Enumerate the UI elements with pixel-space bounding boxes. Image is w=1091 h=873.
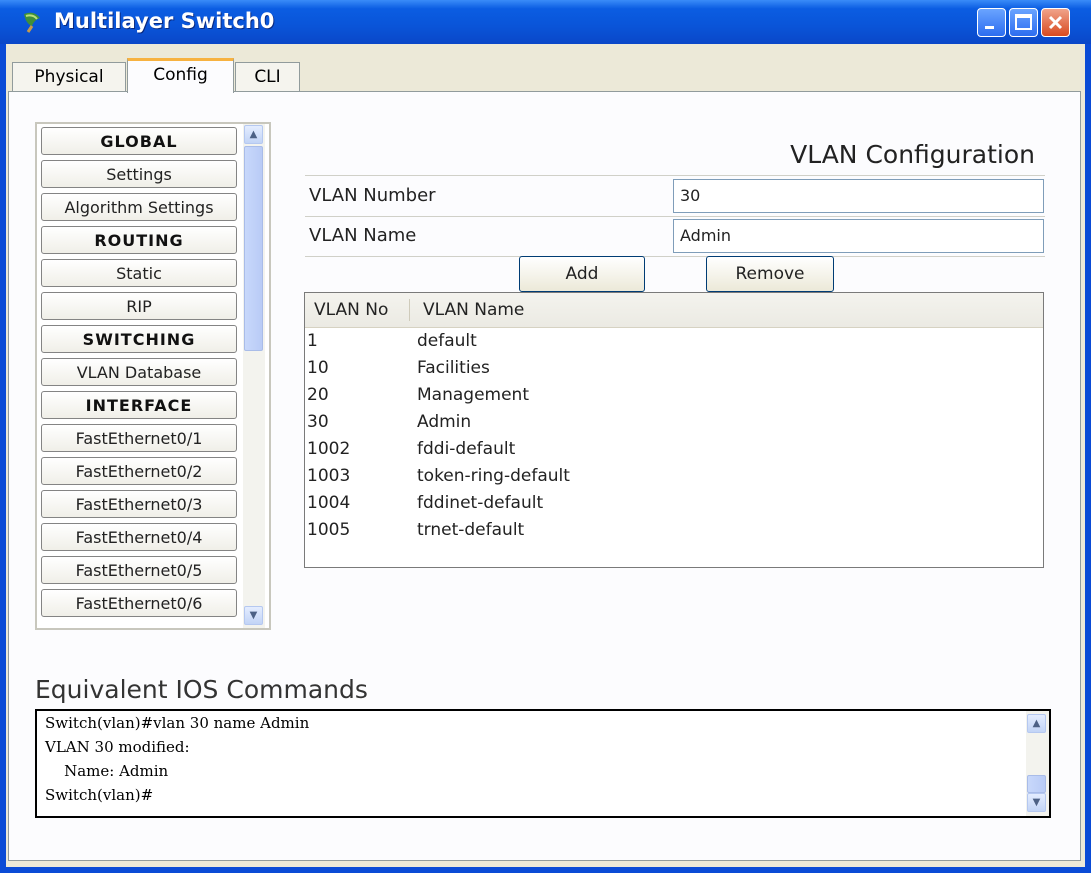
vlan-number-label: VLAN Number bbox=[309, 185, 436, 206]
console-line: Switch(vlan)# bbox=[45, 786, 154, 804]
sidebar-item-static[interactable]: Static bbox=[41, 259, 237, 287]
config-panel: GLOBAL Settings Algorithm Settings ROUTI… bbox=[8, 91, 1081, 861]
vlan-name-cell: fddinet-default bbox=[417, 493, 544, 513]
table-header: VLAN No VLAN Name bbox=[305, 293, 1043, 328]
vlan-number-input[interactable]: 30 bbox=[673, 179, 1044, 213]
window-title: Multilayer Switch0 bbox=[54, 9, 275, 33]
sidebar-item-fastethernet0-2[interactable]: FastEthernet0/2 bbox=[41, 457, 237, 485]
sidebar-item-algorithm-settings[interactable]: Algorithm Settings bbox=[41, 193, 237, 221]
add-button[interactable]: Add bbox=[519, 256, 645, 292]
vlan-name-cell: default bbox=[417, 331, 477, 351]
sidebar-item-fastethernet0-1[interactable]: FastEthernet0/1 bbox=[41, 424, 237, 452]
remove-button[interactable]: Remove bbox=[706, 256, 834, 292]
tab-config[interactable]: Config bbox=[127, 58, 234, 93]
scroll-up-icon[interactable]: ▲ bbox=[1027, 714, 1046, 733]
tab-cli[interactable]: CLI bbox=[235, 62, 300, 92]
console-line: Switch(vlan)#vlan 30 name Admin bbox=[45, 714, 310, 732]
scroll-down-icon[interactable]: ▼ bbox=[244, 606, 263, 625]
maximize-icon bbox=[1015, 14, 1032, 30]
sidebar-scroll-thumb[interactable] bbox=[244, 146, 263, 351]
console-line: Name: Admin bbox=[45, 762, 169, 780]
sidebar-item-rip[interactable]: RIP bbox=[41, 292, 237, 320]
divider bbox=[305, 216, 1045, 217]
console-scrollbar[interactable]: ▲ ▼ bbox=[1026, 711, 1049, 816]
minimize-button[interactable] bbox=[977, 8, 1006, 37]
vlan-no-cell: 1004 bbox=[307, 493, 351, 513]
table-row[interactable]: 30 Admin bbox=[305, 409, 1043, 436]
vlan-name-cell: Management bbox=[417, 385, 529, 405]
table-row[interactable]: 1003 token-ring-default bbox=[305, 463, 1043, 490]
vlan-no-cell: 1002 bbox=[307, 439, 351, 459]
table-row[interactable]: 1 default bbox=[305, 328, 1043, 355]
sidebar-header-routing[interactable]: ROUTING bbox=[41, 226, 237, 254]
sidebar-item-fastethernet0-5[interactable]: FastEthernet0/5 bbox=[41, 556, 237, 584]
app-window: Multilayer Switch0 Physical Config CLI G… bbox=[0, 0, 1091, 873]
vlan-name-cell: Admin bbox=[417, 412, 472, 432]
vlan-table: VLAN No VLAN Name 1 default 10 Facilities … bbox=[304, 292, 1044, 568]
scroll-up-icon[interactable]: ▲ bbox=[244, 125, 263, 144]
vlan-no-cell: 30 bbox=[307, 412, 329, 432]
close-button[interactable] bbox=[1041, 8, 1070, 37]
minimize-icon bbox=[985, 26, 994, 29]
sidebar-header-interface[interactable]: INTERFACE bbox=[41, 391, 237, 419]
window-client: Physical Config CLI GLOBAL Settings Algo… bbox=[6, 44, 1085, 867]
sidebar-item-vlan-database[interactable]: VLAN Database bbox=[41, 358, 237, 386]
divider bbox=[305, 175, 1045, 176]
vlan-no-cell: 20 bbox=[307, 385, 329, 405]
scroll-down-icon[interactable]: ▼ bbox=[1027, 793, 1046, 812]
column-divider bbox=[409, 299, 410, 321]
table-row[interactable]: 1004 fddinet-default bbox=[305, 490, 1043, 517]
vlan-name-cell: trnet-default bbox=[417, 520, 525, 540]
vlan-name-input[interactable]: Admin bbox=[673, 219, 1044, 253]
sidebar: GLOBAL Settings Algorithm Settings ROUTI… bbox=[35, 122, 271, 630]
maximize-button[interactable] bbox=[1009, 8, 1038, 37]
title-bar[interactable]: Multilayer Switch0 bbox=[0, 0, 1091, 44]
multilayer-switch-icon bbox=[24, 12, 40, 33]
sidebar-header-switching[interactable]: SWITCHING bbox=[41, 325, 237, 353]
console-line: VLAN 30 modified: bbox=[45, 738, 190, 756]
table-row[interactable]: 1005 trnet-default bbox=[305, 517, 1043, 544]
column-vlan-no[interactable]: VLAN No bbox=[314, 293, 388, 327]
divider bbox=[305, 256, 1045, 257]
vlan-no-cell: 10 bbox=[307, 358, 329, 378]
column-vlan-name[interactable]: VLAN Name bbox=[423, 293, 524, 327]
table-row[interactable]: 20 Management bbox=[305, 382, 1043, 409]
vlan-no-cell: 1005 bbox=[307, 520, 351, 540]
table-row[interactable]: 1002 fddi-default bbox=[305, 436, 1043, 463]
vlan-name-label: VLAN Name bbox=[309, 225, 417, 246]
sidebar-item-fastethernet0-3[interactable]: FastEthernet0/3 bbox=[41, 490, 237, 518]
sidebar-item-settings[interactable]: Settings bbox=[41, 160, 237, 188]
ios-commands-title: Equivalent IOS Commands bbox=[35, 675, 368, 704]
close-icon bbox=[1048, 15, 1063, 30]
vlan-name-cell: token-ring-default bbox=[417, 466, 570, 486]
sidebar-item-fastethernet0-4[interactable]: FastEthernet0/4 bbox=[41, 523, 237, 551]
vlan-no-cell: 1 bbox=[307, 331, 318, 351]
vlan-name-cell: Facilities bbox=[417, 358, 490, 378]
sidebar-item-fastethernet0-6[interactable]: FastEthernet0/6 bbox=[41, 589, 237, 617]
table-row[interactable]: 10 Facilities bbox=[305, 355, 1043, 382]
ios-console[interactable]: Switch(vlan)#vlan 30 name Admin VLAN 30 … bbox=[35, 709, 1051, 818]
sidebar-header-global[interactable]: GLOBAL bbox=[41, 127, 237, 155]
vlan-config-title: VLAN Configuration bbox=[790, 140, 1035, 169]
tab-physical[interactable]: Physical bbox=[12, 62, 126, 92]
tab-strip: Physical Config CLI bbox=[6, 58, 1085, 93]
vlan-name-cell: fddi-default bbox=[417, 439, 516, 459]
console-scroll-thumb[interactable] bbox=[1027, 775, 1046, 793]
vlan-no-cell: 1003 bbox=[307, 466, 351, 486]
sidebar-scrollbar[interactable]: ▲ ▼ bbox=[243, 124, 265, 628]
